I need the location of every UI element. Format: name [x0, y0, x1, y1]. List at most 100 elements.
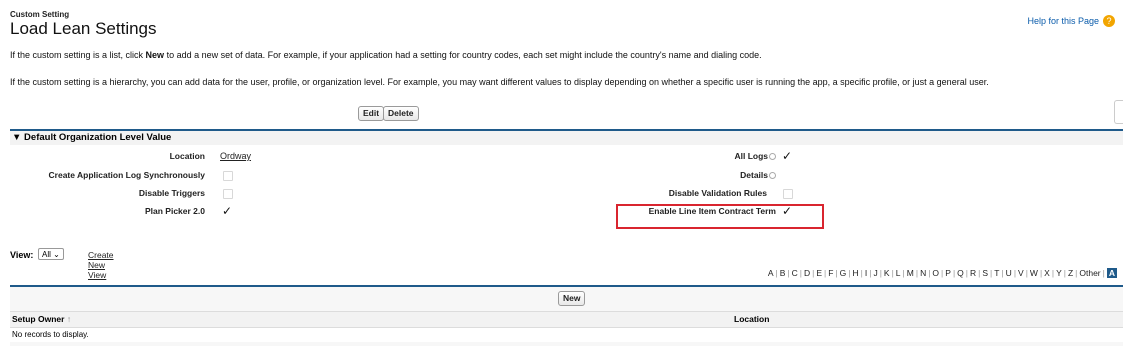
alphabet-link-w[interactable]: W: [1030, 268, 1038, 278]
alphabet-separator: |: [799, 268, 802, 278]
section-header-default-org[interactable]: ▼ Default Organization Level Value: [10, 129, 1123, 145]
alphabet-link-k[interactable]: K: [884, 268, 890, 278]
field-label-all-logs: All Logs: [734, 151, 776, 161]
alphabet-link-h[interactable]: H: [852, 268, 858, 278]
alphabet-link-c[interactable]: C: [792, 268, 798, 278]
alphabet-link-m[interactable]: M: [907, 268, 914, 278]
alphabet-link-i[interactable]: I: [865, 268, 867, 278]
alphabet-link-a[interactable]: A: [768, 268, 774, 278]
chevron-down-icon: ⌄: [53, 250, 60, 259]
alphabet-link-q[interactable]: Q: [957, 268, 964, 278]
alphabet-separator: |: [848, 268, 851, 278]
field-label-disable-triggers: Disable Triggers: [138, 188, 205, 198]
alphabet-link-j[interactable]: J: [873, 268, 877, 278]
view-select[interactable]: All ⌄: [38, 248, 64, 260]
alphabet-separator: |: [952, 268, 956, 278]
checkbox-disable-validation: [783, 189, 793, 199]
create-new-view-link[interactable]: Create New View: [88, 250, 114, 280]
edge-scroll-handle[interactable]: [1114, 100, 1123, 124]
alphabet-link-f[interactable]: F: [828, 268, 833, 278]
alphabet-link-x[interactable]: X: [1044, 268, 1050, 278]
alphabet-filter: A | B | C | D | E | F | G | H | I | J | K | L | M | N | O | P | Q | R | S | T |…: [768, 268, 1117, 278]
description-list-new: New: [145, 50, 165, 60]
list-view: New Setup Owner ↑ Location No records to…: [10, 285, 1123, 346]
view-label: View:: [10, 250, 34, 260]
edit-button[interactable]: Edit: [358, 106, 385, 121]
field-label-plan-picker: Plan Picker 2.0: [144, 206, 205, 216]
list-header-row: Setup Owner ↑ Location: [10, 311, 1123, 328]
alphabet-link-n[interactable]: N: [920, 268, 926, 278]
view-select-value: All: [42, 250, 51, 259]
column-header-setup-owner-label: Setup Owner: [12, 314, 65, 324]
section-title: Default Organization Level Value: [24, 132, 172, 143]
alphabet-link-u[interactable]: U: [1006, 268, 1012, 278]
alphabet-separator: |: [775, 268, 778, 278]
alphabet-separator: |: [891, 268, 894, 278]
page-title: Load Lean Settings: [10, 19, 157, 38]
help-link[interactable]: Help for this Page ?: [1027, 15, 1115, 27]
alphabet-separator: |: [902, 268, 905, 278]
info-icon[interactable]: [769, 172, 776, 180]
column-header-location[interactable]: Location: [734, 314, 769, 324]
alphabet-link-all[interactable]: A: [1106, 268, 1117, 278]
checkbox-disable-triggers: [223, 189, 233, 199]
checkmark-icon: ✓: [782, 149, 793, 163]
alphabet-link-l[interactable]: L: [896, 268, 901, 278]
description-hierarchy: If the custom setting is a hierarchy, yo…: [10, 77, 989, 87]
description-list-prefix: If the custom setting is a list, click: [10, 50, 146, 60]
alphabet-separator: |: [869, 268, 872, 278]
alphabet-link-z[interactable]: Z: [1068, 268, 1073, 278]
alphabet-separator: |: [915, 268, 919, 278]
alphabet-separator: |: [1102, 268, 1105, 278]
alphabet-separator: |: [965, 268, 968, 278]
field-label-create-app-log: Create Application Log Synchronously: [48, 170, 205, 180]
empty-row: No records to display.: [10, 328, 1123, 342]
description-list: If the custom setting is a list, click N…: [10, 50, 762, 60]
help-link-label: Help for this Page: [1027, 16, 1099, 26]
alphabet-separator: |: [978, 268, 981, 278]
alphabet-link-o[interactable]: O: [932, 268, 939, 278]
alphabet-link-g[interactable]: G: [840, 268, 847, 278]
alphabet-link-t[interactable]: T: [994, 268, 999, 278]
alphabet-separator: |: [787, 268, 790, 278]
alphabet-separator: |: [1025, 268, 1028, 278]
alphabet-separator: |: [879, 268, 882, 278]
alphabet-link-s[interactable]: S: [982, 268, 988, 278]
field-label-all-logs-text: All Logs: [734, 151, 768, 161]
checkmark-icon: ✓: [222, 204, 233, 218]
checkbox-create-app-log: [223, 171, 233, 181]
alphabet-link-r[interactable]: R: [970, 268, 976, 278]
breadcrumb: Custom Setting: [10, 10, 70, 19]
alphabet-separator: |: [1001, 268, 1004, 278]
info-icon[interactable]: [769, 153, 776, 161]
alphabet-separator: |: [1013, 268, 1017, 278]
alphabet-separator: |: [835, 268, 838, 278]
alphabet-separator: |: [812, 268, 815, 278]
alphabet-link-b[interactable]: B: [780, 268, 786, 278]
new-button[interactable]: New: [558, 291, 586, 306]
alphabet-separator: |: [1039, 268, 1043, 278]
alphabet-link-v[interactable]: V: [1018, 268, 1024, 278]
alphabet-link-y[interactable]: Y: [1056, 268, 1062, 278]
alphabet-link-p[interactable]: P: [945, 268, 951, 278]
alphabet-separator: |: [990, 268, 993, 278]
alphabet-separator: |: [928, 268, 931, 278]
alphabet-separator: |: [1051, 268, 1055, 278]
field-label-details-text: Details: [740, 170, 768, 180]
column-header-setup-owner[interactable]: Setup Owner ↑: [12, 314, 71, 324]
field-label-location: Location: [169, 151, 205, 161]
field-label-disable-validation: Disable Validation Rules: [668, 188, 767, 198]
location-link[interactable]: Ordway: [220, 151, 251, 161]
highlight-box: [616, 204, 824, 229]
delete-button[interactable]: Delete: [383, 106, 419, 121]
collapse-triangle-icon: ▼: [12, 132, 25, 143]
alphabet-link-other[interactable]: Other: [1079, 268, 1100, 278]
alphabet-separator: |: [824, 268, 827, 278]
description-list-suffix: to add a new set of data. For example, i…: [164, 50, 762, 60]
alphabet-separator: |: [941, 268, 944, 278]
alphabet-link-d[interactable]: D: [804, 268, 810, 278]
field-label-details: Details: [740, 170, 776, 180]
help-icon: ?: [1103, 15, 1115, 27]
alphabet-link-e[interactable]: E: [816, 268, 822, 278]
alphabet-separator: |: [1063, 268, 1066, 278]
